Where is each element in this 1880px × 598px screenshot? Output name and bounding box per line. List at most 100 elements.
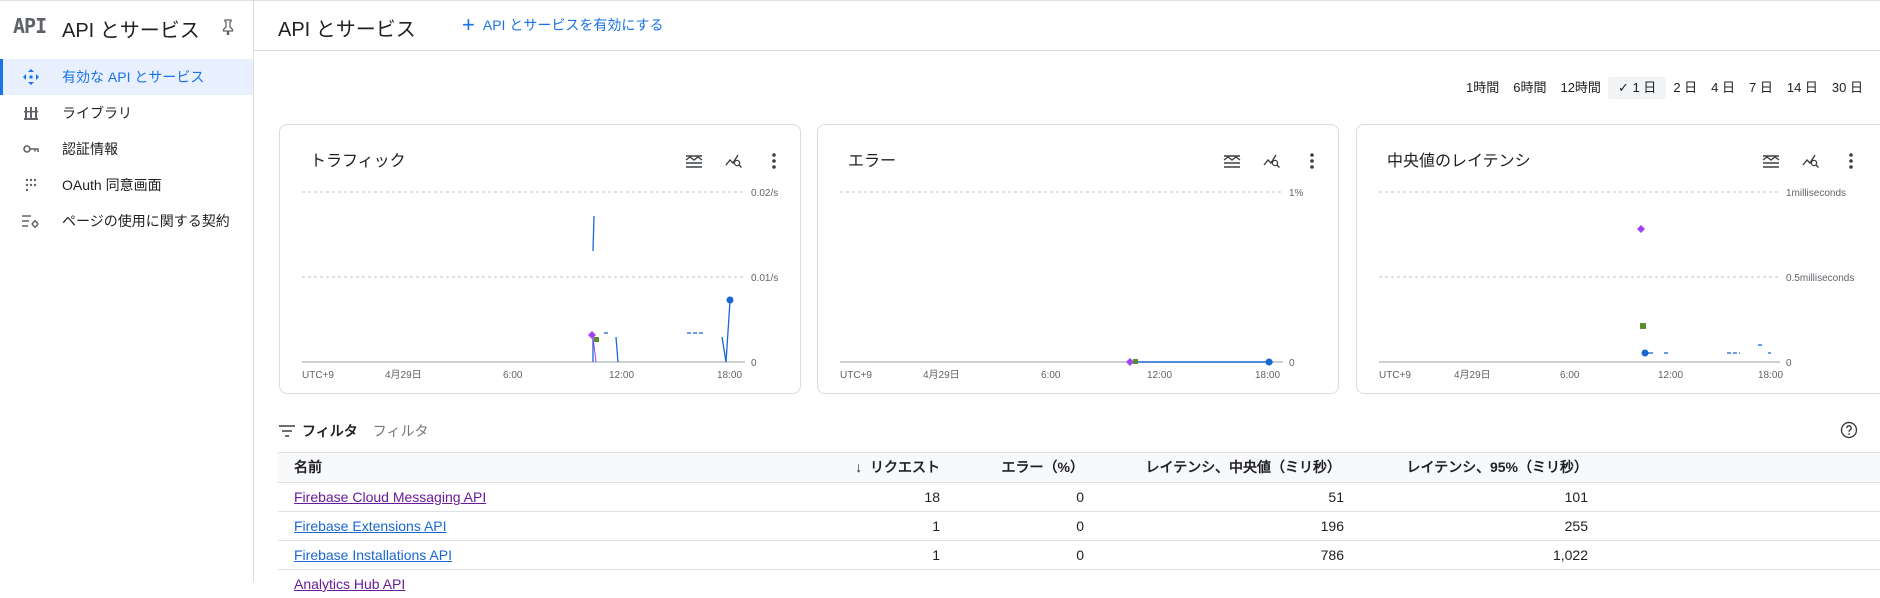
check-icon: ✓: [1617, 80, 1629, 95]
latency-p95-cell: 1,022: [1552, 547, 1588, 563]
traffic-card: トラフィック 0.02/s 0.01/s 0 UTC+9 4月29日 6:00 …: [279, 124, 801, 394]
header-divider: [254, 50, 1880, 51]
library-icon: [22, 104, 40, 122]
sidebar-item-credentials[interactable]: 認証情報: [0, 131, 253, 167]
latency-p95-cell: 101: [1564, 489, 1588, 505]
sidebar-item-page-agreements[interactable]: ページの使用に関する契約: [0, 203, 253, 239]
oauth-consent-icon: [22, 176, 40, 194]
latency-median-cell: 196: [1320, 518, 1344, 534]
data-point: [1641, 349, 1649, 357]
x-tick-label: 12:00: [1658, 370, 1683, 381]
pin-icon[interactable]: [221, 19, 235, 35]
requests-cell: 1: [932, 518, 940, 534]
api-link[interactable]: Analytics Hub API: [294, 576, 405, 592]
latency-chart: 1milliseconds 0.5milliseconds 0 UTC+9 4月…: [1379, 188, 1854, 381]
y-tick-label: 0: [1786, 358, 1792, 369]
traffic-series-line: [721, 336, 727, 363]
filter-bar: フィルタ: [278, 420, 495, 442]
time-range-1d-label: 1 日: [1632, 80, 1657, 95]
latency-p95-cell: 255: [1564, 518, 1588, 534]
time-range-1d[interactable]: ✓ 1 日: [1607, 77, 1667, 99]
sidebar-header: API API とサービス: [0, 1, 253, 52]
sort-arrow-down-icon: ↓: [855, 459, 863, 475]
time-range-7d[interactable]: 7 日: [1742, 77, 1780, 99]
x-tick-label: 4月29日: [1454, 369, 1491, 381]
apis-table: 名前 ↓ リクエスト エラー（%） レイテンシ、中央値（ミリ秒） レイテンシ、9…: [278, 452, 1880, 598]
traffic-chart: 0.02/s 0.01/s 0 UTC+9 4月29日 6:00 12:00 1…: [302, 188, 778, 381]
latency-card: 中央値のレイテンシ 1milliseconds 0.5milliseconds …: [1356, 124, 1880, 394]
data-point: [1265, 358, 1273, 366]
time-range-1h[interactable]: 1時間: [1459, 77, 1506, 99]
traffic-series-line: [725, 300, 731, 363]
page-title: API とサービス: [278, 19, 416, 41]
x-tick-label: 18:00: [1758, 370, 1783, 381]
time-range-30d[interactable]: 30 日: [1825, 77, 1870, 99]
x-tick-label: 12:00: [1147, 370, 1172, 381]
y-tick-label: 0.01/s: [751, 273, 778, 284]
filter-input[interactable]: [370, 422, 495, 440]
time-range-4d[interactable]: 4 日: [1704, 77, 1742, 99]
sidebar-item-oauth-consent[interactable]: OAuth 同意画面: [0, 167, 253, 203]
traffic-series-line: [615, 336, 619, 363]
y-tick-label: 0: [1289, 358, 1295, 369]
api-link[interactable]: Firebase Cloud Messaging API: [294, 489, 486, 505]
column-header-requests-label: リクエスト: [870, 459, 940, 475]
sidebar-item-enabled-apis[interactable]: 有効な API とサービス: [0, 59, 253, 95]
time-range-selector: 1時間 6時間 12時間 ✓ 1 日 2 日 4 日 7 日 14 日 30 日: [1459, 77, 1870, 99]
errors-chart: 1% 0 UTC+9 4月29日 6:00 12:00 18:00: [840, 188, 1304, 381]
errors-cell: 0: [1076, 547, 1084, 563]
table-row: Firebase Installations API 1 0 786 1,022: [278, 541, 1880, 570]
api-link[interactable]: Firebase Extensions API: [294, 518, 447, 534]
table-row: Analytics Hub API: [278, 570, 1880, 598]
apis-icon: [22, 68, 40, 86]
api-link[interactable]: Firebase Installations API: [294, 547, 452, 563]
column-header-latency-p95[interactable]: レイテンシ、95%（ミリ秒）: [1338, 453, 1588, 482]
x-tick-label: UTC+9: [840, 370, 872, 381]
y-tick-label: 0: [751, 358, 757, 369]
api-logo-icon: API: [13, 14, 47, 38]
column-header-errors[interactable]: エラー（%）: [958, 453, 1084, 482]
column-header-requests[interactable]: ↓ リクエスト: [568, 453, 940, 482]
traffic-series-line: [592, 215, 595, 252]
sidebar-item-label: ページの使用に関する契約: [62, 213, 230, 229]
latency-median-cell: 786: [1320, 547, 1344, 563]
data-point-green: [1640, 323, 1646, 329]
x-tick-label: 6:00: [1560, 370, 1580, 381]
x-tick-label: 4月29日: [923, 369, 960, 381]
y-tick-label: 1%: [1289, 188, 1304, 199]
data-point-green: [594, 337, 599, 342]
x-tick-label: UTC+9: [1379, 370, 1411, 381]
data-point-purple: [1126, 358, 1134, 366]
column-header-latency-median[interactable]: レイテンシ、中央値（ミリ秒）: [1078, 453, 1341, 482]
time-range-12h[interactable]: 12時間: [1553, 77, 1607, 99]
agreements-icon: [22, 212, 40, 230]
requests-cell: 1: [932, 547, 940, 563]
y-tick-label: 0.5milliseconds: [1786, 273, 1854, 284]
table-header: 名前 ↓ リクエスト エラー（%） レイテンシ、中央値（ミリ秒） レイテンシ、9…: [278, 452, 1880, 483]
api-name-cell: Firebase Extensions API: [294, 512, 447, 540]
plus-icon: +: [462, 12, 475, 37]
sidebar-item-library[interactable]: ライブラリ: [0, 95, 253, 131]
filter-icon[interactable]: [278, 425, 296, 437]
x-tick-label: UTC+9: [302, 370, 334, 381]
time-range-2d[interactable]: 2 日: [1666, 77, 1704, 99]
sidebar-item-label: 有効な API とサービス: [62, 69, 205, 85]
key-icon: [22, 140, 40, 158]
table-row: Firebase Extensions API 1 0 196 255: [278, 512, 1880, 541]
time-range-6h[interactable]: 6時間: [1506, 77, 1553, 99]
errors-cell: 0: [1076, 489, 1084, 505]
data-point-purple: [1637, 225, 1645, 233]
errors-cell: 0: [1076, 518, 1084, 534]
help-icon[interactable]: [1840, 421, 1858, 439]
x-tick-label: 18:00: [717, 370, 742, 381]
data-point: [726, 296, 734, 304]
api-name-cell: Firebase Installations API: [294, 541, 452, 569]
latency-median-cell: 51: [1328, 489, 1344, 505]
column-header-name[interactable]: 名前: [294, 453, 322, 482]
time-range-14d[interactable]: 14 日: [1780, 77, 1825, 99]
enable-apis-button[interactable]: + API とサービスを有効にする: [462, 14, 663, 36]
x-tick-label: 6:00: [503, 370, 523, 381]
table-row: Firebase Cloud Messaging API 18 0 51 101: [278, 483, 1880, 512]
x-tick-label: 4月29日: [385, 369, 422, 381]
data-point-green: [1133, 359, 1138, 364]
